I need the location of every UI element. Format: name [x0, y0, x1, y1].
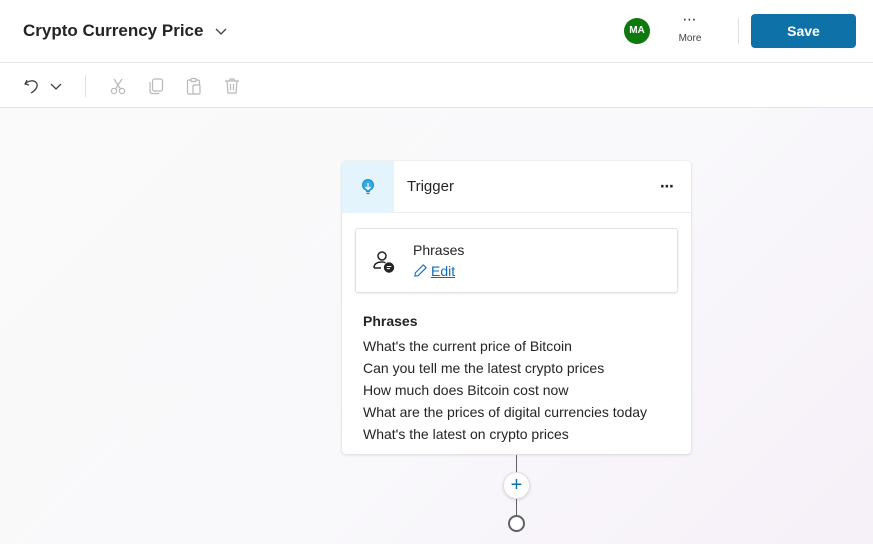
toolbar: [0, 64, 873, 108]
trigger-icon-container: [342, 161, 394, 213]
phrase-item: What's the current price of Bitcoin: [363, 338, 572, 354]
chevron-down-icon[interactable]: [46, 76, 66, 96]
edit-label[interactable]: Edit: [431, 263, 455, 279]
edit-phrases-link[interactable]: Edit: [413, 263, 455, 279]
more-button[interactable]: ⋯ More: [672, 12, 708, 52]
cut-icon[interactable]: [108, 76, 128, 96]
phrase-item: What's the latest on crypto prices: [363, 426, 569, 442]
more-label: More: [678, 33, 702, 44]
save-button[interactable]: Save: [751, 14, 856, 48]
divider: [738, 18, 739, 44]
trigger-node[interactable]: Trigger ⋯ Phrases Edit Phrases What's th…: [342, 161, 691, 454]
topic-title[interactable]: Crypto Currency Price: [23, 21, 203, 41]
trigger-label: Trigger: [407, 178, 454, 195]
top-bar: Crypto Currency Price MA ⋯ More Save: [0, 0, 873, 63]
avatar[interactable]: MA: [624, 18, 650, 44]
phrase-item: Can you tell me the latest crypto prices: [363, 360, 605, 376]
end-node-circle: [508, 515, 525, 532]
pencil-icon: [414, 264, 427, 277]
chevron-down-icon[interactable]: [214, 24, 228, 38]
toolbar-divider: [85, 75, 86, 97]
phrases-list-title: Phrases: [363, 313, 418, 329]
undo-icon[interactable]: [22, 76, 42, 96]
node-more-options-icon[interactable]: ⋯: [660, 178, 675, 195]
phrase-item: How much does Bitcoin cost now: [363, 382, 569, 398]
phrases-trigger-box[interactable]: Phrases Edit: [355, 228, 678, 293]
delete-icon[interactable]: [222, 76, 242, 96]
paste-icon[interactable]: [184, 76, 204, 96]
phrases-list: What's the current price of Bitcoin Can …: [363, 335, 669, 445]
lightbulb-icon: [362, 179, 374, 195]
trigger-node-header: Trigger ⋯: [342, 161, 691, 213]
more-icon: ⋯: [682, 11, 698, 27]
add-node-button[interactable]: +: [503, 472, 530, 499]
phrases-title: Phrases: [413, 242, 465, 258]
copy-icon[interactable]: [146, 76, 166, 96]
phrase-item: What are the prices of digital currencie…: [363, 404, 648, 420]
person-chat-icon: [373, 251, 395, 273]
